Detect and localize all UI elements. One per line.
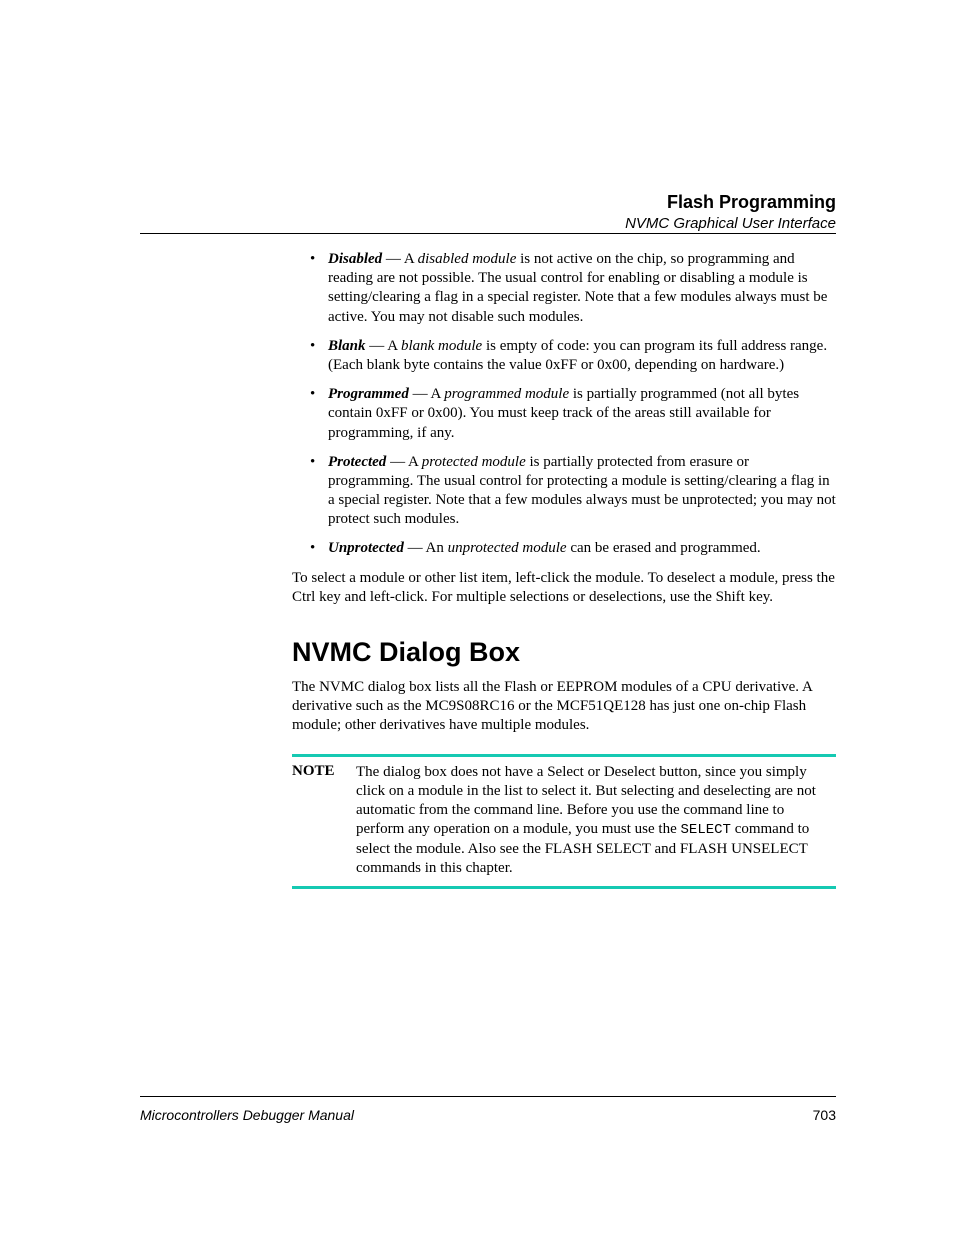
sep: — An [404,540,448,556]
italic-term: unprotected module [448,540,567,556]
document-page: Flash Programming NVMC Graphical User In… [0,0,954,1235]
footer-divider [140,1096,836,1097]
sep: — A [366,338,401,354]
italic-term: protected module [422,454,526,470]
term-protected: Protected [328,454,386,470]
term-blank: Blank [328,338,366,354]
header-divider [140,233,836,234]
header-title: Flash Programming [140,192,836,213]
term-programmed: Programmed [328,386,409,402]
italic-term: disabled module [418,251,517,267]
note-block: NOTE The dialog box does not have a Sele… [292,754,836,890]
italic-term: programmed module [444,386,569,402]
note-label: NOTE [292,763,356,780]
section-intro: The NVMC dialog box lists all the Flash … [292,678,836,736]
page-footer: Microcontrollers Debugger Manual 703 [140,1107,836,1123]
list-item: Disabled — A disabled module is not acti… [328,250,836,327]
note-row: NOTE The dialog box does not have a Sele… [292,763,836,879]
footer-page-number: 703 [813,1107,836,1123]
note-cmd: SELECT [681,822,731,838]
desc-text: can be erased and programmed. [567,540,761,556]
section-heading-nvmc-dialog: NVMC Dialog Box [292,637,836,668]
page-content: Disabled — A disabled module is not acti… [292,250,836,889]
term-unprotected: Unprotected [328,540,404,556]
list-item: Unprotected — An unprotected module can … [328,539,836,558]
list-item: Blank — A blank module is empty of code:… [328,337,836,375]
term-disabled: Disabled [328,251,382,267]
list-item: Protected — A protected module is partia… [328,453,836,530]
module-state-list: Disabled — A disabled module is not acti… [292,250,836,559]
header-subtitle: NVMC Graphical User Interface [140,215,836,232]
footer-manual-title: Microcontrollers Debugger Manual [140,1107,354,1123]
note-text: The dialog box does not have a Select or… [356,763,836,879]
selection-instructions: To select a module or other list item, l… [292,569,836,607]
sep: — A [409,386,444,402]
page-header: Flash Programming NVMC Graphical User In… [140,192,836,232]
sep: — A [382,251,417,267]
italic-term: blank module [401,338,482,354]
sep: — A [386,454,421,470]
list-item: Programmed — A programmed module is part… [328,385,836,443]
